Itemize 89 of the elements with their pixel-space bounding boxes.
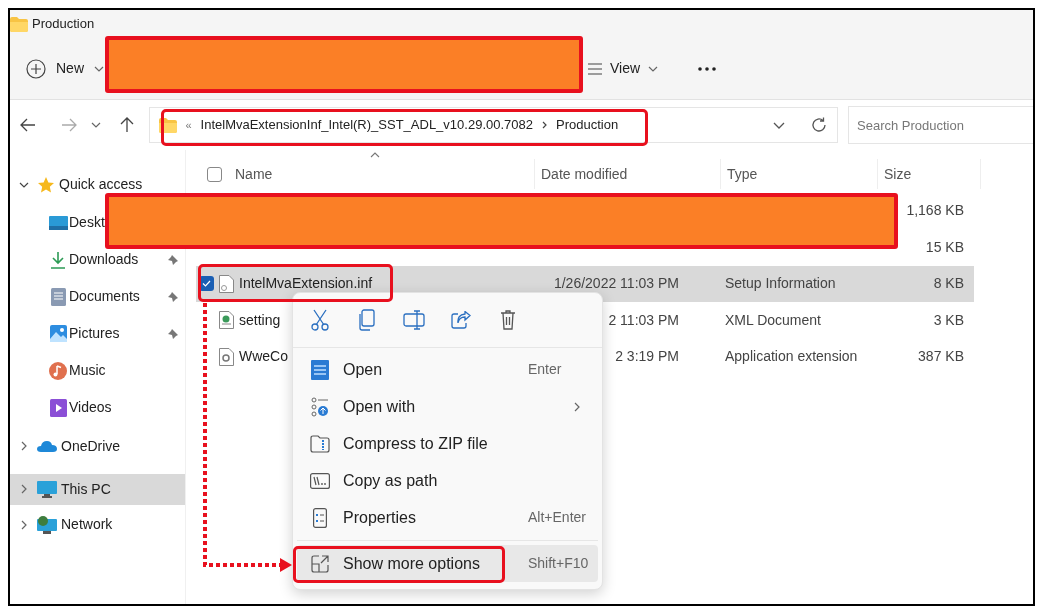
folder-icon xyxy=(10,16,28,32)
menu-item[interactable]: Properties Alt+Enter xyxy=(297,499,598,536)
file-size: 15 KB xyxy=(925,237,964,257)
web-document-icon xyxy=(219,311,234,329)
properties-icon xyxy=(313,507,327,528)
file-name: setting xyxy=(239,311,281,328)
file-name: WweCo xyxy=(239,348,288,364)
address-bar[interactable]: « IntelMvaExtensionInf_Intel(R)_SST_ADL_v10.29.00.7082 Production xyxy=(149,107,838,143)
sort-ascending-icon xyxy=(370,152,380,158)
chevron-down-icon[interactable] xyxy=(773,121,785,129)
sidebar-item[interactable]: This PC xyxy=(10,473,185,505)
file-type: XML Document xyxy=(725,311,821,328)
sidebar-item[interactable]: OneDrive xyxy=(10,438,185,454)
path-icon xyxy=(310,472,330,489)
chevron-right-icon[interactable] xyxy=(574,401,580,412)
file-type: Setup Information xyxy=(725,275,836,291)
plus-circle-icon xyxy=(26,58,46,79)
column-header[interactable]: Date modified xyxy=(541,163,720,185)
network-computer-icon xyxy=(37,515,57,534)
zipped-folder-icon xyxy=(310,434,330,453)
new-button[interactable]: New xyxy=(24,50,106,87)
pin-icon[interactable] xyxy=(167,290,179,303)
pin-icon[interactable] xyxy=(167,327,179,340)
search-field[interactable]: Search Production xyxy=(848,106,1033,144)
chevron-right-icon[interactable] xyxy=(21,441,27,451)
chevron-down-icon xyxy=(90,122,101,128)
menu-item[interactable]: Open Enter xyxy=(297,351,598,388)
sidebar-item[interactable]: Deskt xyxy=(69,212,105,233)
chevron-down-icon xyxy=(94,65,104,72)
notepad-icon xyxy=(311,359,329,380)
star-icon xyxy=(37,175,55,194)
sidebar-item[interactable]: Documents xyxy=(69,286,140,307)
sidebar-item[interactable]: Videos xyxy=(69,397,112,418)
more-icon xyxy=(698,66,717,71)
computer-icon xyxy=(37,480,57,498)
expand-icon xyxy=(311,554,329,573)
shortcut-label: Enter xyxy=(528,360,562,379)
picture-icon xyxy=(49,325,67,342)
file-type: Application extension xyxy=(725,348,858,364)
rename-icon[interactable] xyxy=(403,310,425,330)
pin-icon[interactable] xyxy=(167,253,179,266)
sidebar-item[interactable]: Quick access xyxy=(10,176,185,193)
column-header[interactable]: Size xyxy=(884,163,980,185)
sidebar-item[interactable]: Music xyxy=(69,360,106,381)
settings-file-icon xyxy=(219,274,234,293)
file-size: 3 KB xyxy=(933,310,964,330)
share-icon[interactable] xyxy=(451,311,471,329)
delete-icon[interactable] xyxy=(500,310,516,330)
desktop-icon xyxy=(48,215,68,230)
file-name: IntelMvaExtension.inf xyxy=(239,275,373,291)
cloud-icon xyxy=(37,440,57,452)
chevron-right-icon[interactable] xyxy=(21,484,27,494)
menu-item[interactable]: Compress to ZIP file xyxy=(297,425,598,462)
chevron-down-icon xyxy=(648,65,659,72)
music-icon xyxy=(49,361,67,380)
column-header[interactable]: Type xyxy=(727,163,877,185)
sidebar-item[interactable]: Pictures xyxy=(69,323,120,344)
chevron-right-icon xyxy=(542,121,547,129)
chevron-right-icon[interactable] xyxy=(21,519,27,530)
download-icon xyxy=(50,250,66,269)
open-with-icon xyxy=(311,396,329,417)
column-header[interactable]: Name xyxy=(235,163,534,185)
date-modified: 1/26/2022 11:03 PM xyxy=(553,274,679,293)
select-all-checkbox[interactable] xyxy=(207,166,222,182)
file-size: 387 KB xyxy=(918,347,964,366)
file-size: 1,168 KB xyxy=(906,201,964,220)
window-title: Production xyxy=(32,15,95,34)
breadcrumb-segment[interactable]: Production xyxy=(556,115,619,135)
menu-item[interactable]: Open with xyxy=(297,388,598,425)
file-size: 8 KB xyxy=(933,274,964,293)
overflow-chevron[interactable]: « xyxy=(185,116,192,134)
document-icon xyxy=(50,287,66,306)
sidebar-item[interactable]: Downloads xyxy=(69,249,139,270)
shortcut-label: Alt+Enter xyxy=(528,508,586,527)
gear-file-icon xyxy=(219,347,234,366)
video-icon xyxy=(49,398,67,417)
menu-item[interactable]: Show more options Shift+F10 xyxy=(297,545,598,582)
cut-icon[interactable] xyxy=(310,309,330,331)
date-modified: 2 11:03 PM xyxy=(608,310,679,330)
sidebar-item[interactable]: Network xyxy=(10,516,185,533)
copy-icon[interactable] xyxy=(358,309,376,331)
date-modified: 2 3:19 PM xyxy=(615,347,679,366)
shortcut-label: Shift+F10 xyxy=(528,554,589,573)
chevron-down-icon[interactable] xyxy=(19,181,29,188)
menu-item[interactable]: Copy as path xyxy=(297,462,598,499)
breadcrumb-segment[interactable]: IntelMvaExtensionInf_Intel(R)_SST_ADL_v10.29.00.7082 xyxy=(200,115,533,135)
view-button[interactable]: View xyxy=(586,50,661,87)
list-icon xyxy=(588,62,602,75)
refresh-icon[interactable] xyxy=(811,117,827,133)
